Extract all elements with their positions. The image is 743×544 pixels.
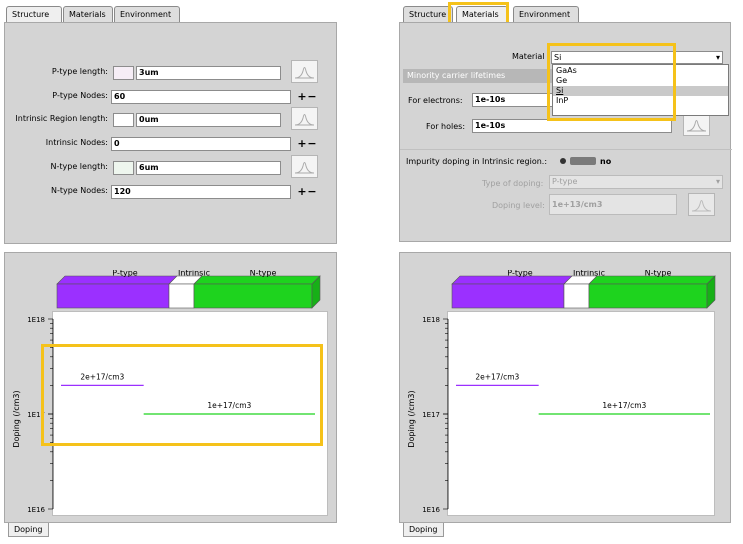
n-type-length-input[interactable]: 6um	[136, 161, 281, 175]
intrinsic-profile-button[interactable]	[291, 107, 318, 130]
intrinsic-nodes-increment-button[interactable]: +	[297, 138, 307, 149]
doping-data-label: 1e+17/cm3	[602, 401, 646, 410]
y-tick-label: 1E18	[422, 316, 440, 324]
n-type-nodes-label: N-type Nodes:	[50, 186, 108, 195]
n-type-color-swatch[interactable]	[113, 161, 134, 175]
structure-form: P-type length: 3um P-type Nodes: 60 +− I…	[4, 22, 337, 244]
device-region-n-type	[193, 283, 313, 309]
intrinsic-color-swatch[interactable]	[113, 113, 134, 127]
tab-materials[interactable]: Materials	[456, 6, 508, 23]
gaussian-profile-icon	[294, 114, 315, 126]
intrinsic-nodes-input[interactable]: 0	[111, 137, 291, 151]
tab-structure[interactable]: Structure	[6, 6, 62, 23]
holes-profile-button[interactable]	[683, 113, 710, 136]
tab-structure[interactable]: Structure	[403, 6, 453, 23]
material-select[interactable]: Si ▾	[551, 51, 723, 64]
doping-type-value: P-type	[552, 177, 578, 186]
intrinsic-nodes-label: Intrinsic Nodes:	[45, 138, 108, 147]
gaussian-profile-icon	[691, 200, 712, 212]
n-type-nodes-decrement-button[interactable]: −	[307, 186, 317, 197]
p-type-nodes-decrement-button[interactable]: −	[307, 91, 317, 102]
device-region-p-type	[56, 283, 170, 309]
doping-data-label: 2e+17/cm3	[80, 372, 124, 381]
left-device-structure: P-type Intrinsic N-type	[56, 270, 321, 309]
material-option-gaas[interactable]: GaAs	[553, 66, 728, 76]
gaussian-profile-icon	[294, 162, 315, 174]
device-region-label: P-type	[507, 270, 532, 278]
chevron-down-icon: ▾	[715, 177, 720, 186]
radio-dot-icon	[560, 158, 566, 164]
device-region-p-type	[451, 283, 565, 309]
device-region-label: N-type	[645, 270, 672, 278]
doping-level-profile-button[interactable]	[688, 193, 715, 216]
p-type-profile-button[interactable]	[291, 60, 318, 83]
material-option-si[interactable]: Si	[553, 86, 728, 96]
holes-lifetime-input[interactable]: 1e-10s	[472, 119, 672, 133]
y-tick-label: 1E17	[422, 411, 440, 419]
y-tick-label: 1E18	[27, 316, 45, 324]
materials-form: Material Si ▾ Minority carrier lifetimes…	[399, 22, 732, 242]
y-tick-label: 1E17	[27, 411, 45, 419]
right-device-structure: P-type Intrinsic N-type	[451, 270, 716, 309]
p-type-nodes-increment-button[interactable]: +	[297, 91, 307, 102]
p-type-length-input[interactable]: 3um	[136, 66, 281, 80]
intrinsic-nodes-decrement-button[interactable]: −	[307, 138, 317, 149]
p-type-nodes-input[interactable]: 60	[111, 90, 291, 104]
electrons-lifetime-input[interactable]: 1e-10s	[472, 93, 560, 107]
n-type-length-label: N-type length:	[50, 162, 108, 171]
y-axis-label: Doping (/cm3)	[407, 390, 416, 447]
left-tab-doping[interactable]: Doping	[8, 523, 49, 537]
y-axis-label: Doping (/cm3)	[12, 390, 21, 447]
n-type-nodes-input[interactable]: 120	[111, 185, 291, 199]
gaussian-profile-icon	[294, 67, 315, 79]
y-tick-label: 1E16	[422, 506, 440, 514]
holes-label: For holes:	[426, 122, 466, 131]
impurity-toggle[interactable]	[560, 156, 598, 166]
lifetimes-header: Minority carrier lifetimes	[403, 69, 553, 83]
material-option-inp[interactable]: InP	[553, 96, 728, 106]
right-doping-plot: 1E18 1E17 1E16 Doping (/cm3) 2e+17/cm3 1e+17/…	[407, 316, 710, 514]
right-tab-doping[interactable]: Doping	[403, 523, 444, 537]
material-option-ge[interactable]: Ge	[553, 76, 728, 86]
tab-environment[interactable]: Environment	[114, 6, 180, 23]
impurity-value: no	[600, 157, 612, 166]
p-type-nodes-label: P-type Nodes:	[52, 91, 108, 100]
intrinsic-length-input[interactable]: 0um	[136, 113, 281, 127]
device-region-n-type	[588, 283, 708, 309]
n-type-nodes-increment-button[interactable]: +	[297, 186, 307, 197]
right-panel: Structure Materials Environment Material…	[395, 0, 743, 544]
doping-type-label: Type of doping:	[482, 179, 544, 188]
p-type-color-swatch[interactable]	[113, 66, 134, 80]
electrons-label: For electrons:	[408, 96, 463, 105]
left-doping-plot: 1E18 1E17 1E16 Doping (/cm3) 2e+17/cm3 1e+17/…	[12, 316, 315, 514]
impurity-label: Impurity doping in Intrinsic region.:	[406, 157, 548, 166]
material-select-value: Si	[554, 53, 562, 62]
tab-materials[interactable]: Materials	[63, 6, 113, 23]
chevron-down-icon[interactable]: ▾	[716, 52, 720, 63]
device-region-label: N-type	[250, 270, 277, 278]
left-doping-panel: P-type Intrinsic N-type 1E18 1E17 1E16 Doping…	[4, 252, 337, 523]
doping-level-label: Doping level:	[492, 201, 545, 210]
right-doping-panel: P-type Intrinsic N-type 1E18 1E17 1E16 Doping…	[399, 252, 731, 523]
n-type-profile-button[interactable]	[291, 155, 318, 178]
material-label: Material	[512, 52, 545, 61]
intrinsic-length-label: Intrinsic Region length:	[15, 114, 108, 123]
tab-environment[interactable]: Environment	[513, 6, 579, 23]
p-type-length-label: P-type length:	[51, 67, 108, 76]
device-region-label: P-type	[112, 270, 137, 278]
doping-type-select[interactable]: P-type ▾	[549, 175, 723, 189]
y-tick-label: 1E16	[27, 506, 45, 514]
device-region-intrinsic	[563, 283, 590, 309]
device-region-intrinsic	[168, 283, 195, 309]
doping-data-label: 1e+17/cm3	[207, 401, 251, 410]
left-panel: Structure Materials Environment P-type l…	[0, 0, 340, 544]
doping-data-label: 2e+17/cm3	[475, 372, 519, 381]
material-dropdown-list: GaAs Ge Si InP	[552, 64, 729, 116]
gaussian-profile-icon	[686, 120, 707, 132]
doping-level-input[interactable]: 1e+13/cm3	[549, 194, 677, 215]
toggle-switch-icon	[570, 157, 596, 165]
